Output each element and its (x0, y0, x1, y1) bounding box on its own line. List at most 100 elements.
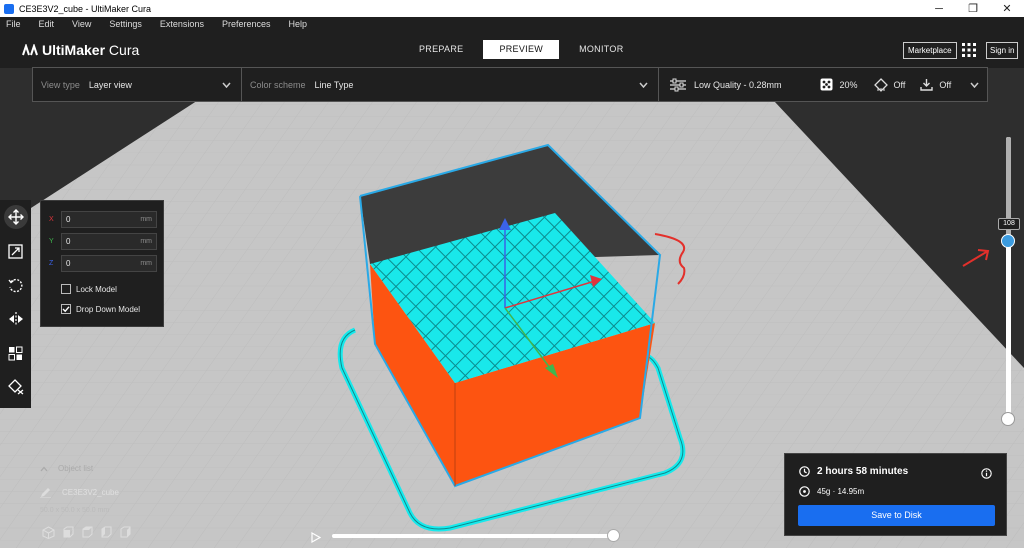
menu-file[interactable]: File (6, 19, 21, 29)
print-time-row: 2 hours 58 minutes (799, 466, 908, 477)
support-blocker-icon (7, 379, 23, 395)
menu-help[interactable]: Help (288, 19, 307, 29)
infill-value: 20% (839, 79, 858, 90)
object-list-toggle[interactable]: Object list (40, 464, 93, 473)
drop-down-model-label: Drop Down Model (76, 304, 141, 314)
view-front-icon[interactable] (61, 526, 74, 544)
app-header: UltiMaker Cura PREPARE PREVIEW MONITOR M… (0, 31, 1024, 68)
menu-edit[interactable]: Edit (39, 19, 55, 29)
annotation-arrow (962, 249, 990, 267)
view-type-dropdown[interactable]: View type Layer view (33, 68, 242, 101)
x-coordinate-row: X 0 mm (49, 211, 157, 228)
ultimaker-logo: UltiMaker Cura (22, 42, 139, 58)
x-coordinate-field[interactable]: 0 mm (61, 211, 157, 228)
scale-tool-button[interactable] (0, 234, 31, 268)
minimize-button[interactable]: ─ (922, 3, 956, 15)
adhesion-setting: Off (920, 78, 951, 91)
support-icon (873, 77, 888, 92)
move-icon (7, 209, 24, 225)
mirror-tool-button[interactable] (0, 302, 31, 336)
tool-sidebar (0, 200, 31, 408)
move-tool-button[interactable] (0, 200, 31, 234)
scale-icon (8, 243, 23, 259)
simulation-slider-handle[interactable] (607, 529, 620, 542)
print-settings-selector[interactable]: Low Quality - 0.28mm 20% Off Off (659, 68, 987, 101)
current-layer-label: 108 (998, 218, 1020, 230)
infill-icon (820, 78, 833, 91)
menu-settings[interactable]: Settings (109, 19, 142, 29)
per-model-settings-icon (8, 346, 23, 360)
marketplace-button[interactable]: Marketplace (903, 42, 957, 59)
adhesion-value: Off (939, 79, 952, 90)
view-left-icon[interactable] (99, 526, 112, 544)
object-list-item[interactable]: CE3E3V2_cube (40, 487, 119, 498)
print-information-panel: 2 hours 58 minutes 45g · 14.95m Save to … (784, 453, 1007, 536)
view-type-value: Layer view (88, 79, 132, 90)
drop-down-model-checkbox[interactable]: Drop Down Model (61, 304, 140, 314)
save-to-disk-button[interactable]: Save to Disk (798, 505, 995, 526)
sign-in-button[interactable]: Sign in (986, 42, 1019, 59)
object-dimensions: 50.0 x 50.0 x 50.0 mm (40, 507, 110, 514)
chevron-down-icon (222, 80, 231, 90)
view-top-icon[interactable] (80, 526, 93, 544)
chevron-up-icon (40, 466, 48, 471)
menu-bar: File Edit View Settings Extensions Prefe… (0, 17, 1024, 31)
chevron-down-icon (639, 80, 648, 90)
z-coordinate-field[interactable]: 0 mm (61, 255, 157, 272)
x-unit: mm (140, 216, 152, 223)
menu-extensions[interactable]: Extensions (160, 19, 204, 29)
simulation-slider-track[interactable] (332, 534, 614, 538)
brand-name: UltiMaker (42, 42, 106, 58)
tab-preview[interactable]: PREVIEW (483, 40, 560, 59)
mirror-icon (8, 312, 23, 326)
support-blocker-button[interactable] (0, 370, 31, 404)
lock-model-checkbox[interactable]: Lock Model (61, 284, 117, 294)
material-usage: 45g · 14.95m (817, 487, 865, 496)
play-simulation-button[interactable] (311, 530, 322, 548)
color-scheme-dropdown[interactable]: Color scheme Line Type (242, 68, 659, 101)
menu-view[interactable]: View (72, 19, 91, 29)
close-button[interactable]: ✕ (990, 2, 1024, 15)
lock-model-label: Lock Model (76, 284, 117, 294)
clock-icon (799, 466, 810, 477)
color-scheme-value: Line Type (314, 79, 354, 90)
tab-prepare[interactable]: PREPARE (403, 40, 479, 59)
view-settings-bar: View type Layer view Color scheme Line T… (32, 67, 988, 102)
play-icon (311, 531, 322, 544)
window-title-bar: CE3E3V2_cube - UltiMaker Cura ─ ❐ ✕ (0, 0, 1024, 17)
cura-app-icon (4, 3, 14, 14)
z-coordinate-row: Z 0 mm (49, 255, 157, 272)
product-name: Cura (108, 42, 140, 58)
print-settings-profile: Low Quality - 0.28mm (669, 78, 782, 92)
y-unit: mm (140, 238, 152, 245)
color-scheme-label: Color scheme (250, 79, 306, 90)
adhesion-icon (920, 79, 934, 91)
z-unit: mm (140, 260, 152, 267)
layer-slider-track[interactable] (1006, 137, 1011, 424)
view-right-icon[interactable] (118, 526, 131, 544)
z-value: 0 (66, 259, 71, 268)
ultimaker-logo-icon (22, 44, 38, 56)
move-tool-panel: X 0 mm Y 0 mm Z 0 mm Lock Model Drop Dow… (40, 200, 164, 327)
y-axis-label: Y (49, 238, 54, 245)
y-coordinate-field[interactable]: 0 mm (61, 233, 157, 250)
menu-preferences[interactable]: Preferences (222, 19, 271, 29)
x-value: 0 (66, 215, 71, 224)
per-model-settings-button[interactable] (0, 336, 31, 370)
quality-profile: Low Quality - 0.28mm (694, 79, 782, 90)
support-setting: Off (873, 77, 905, 92)
layer-slider-top-handle[interactable] (1001, 234, 1015, 248)
view-3d-icon[interactable] (42, 526, 55, 544)
layer-slider-bottom-handle[interactable] (1001, 412, 1015, 426)
info-icon[interactable] (981, 466, 992, 484)
object-list-header: Object list (58, 464, 94, 473)
rotate-icon (8, 278, 23, 292)
x-axis-label: X (49, 216, 54, 223)
view-type-label: View type (41, 79, 80, 90)
tab-monitor[interactable]: MONITOR (563, 40, 639, 59)
y-coordinate-row: Y 0 mm (49, 233, 157, 250)
maximize-button[interactable]: ❐ (956, 2, 990, 15)
z-axis-label: Z (49, 260, 54, 267)
rotate-tool-button[interactable] (0, 268, 31, 302)
apps-grid-icon[interactable] (962, 43, 976, 57)
